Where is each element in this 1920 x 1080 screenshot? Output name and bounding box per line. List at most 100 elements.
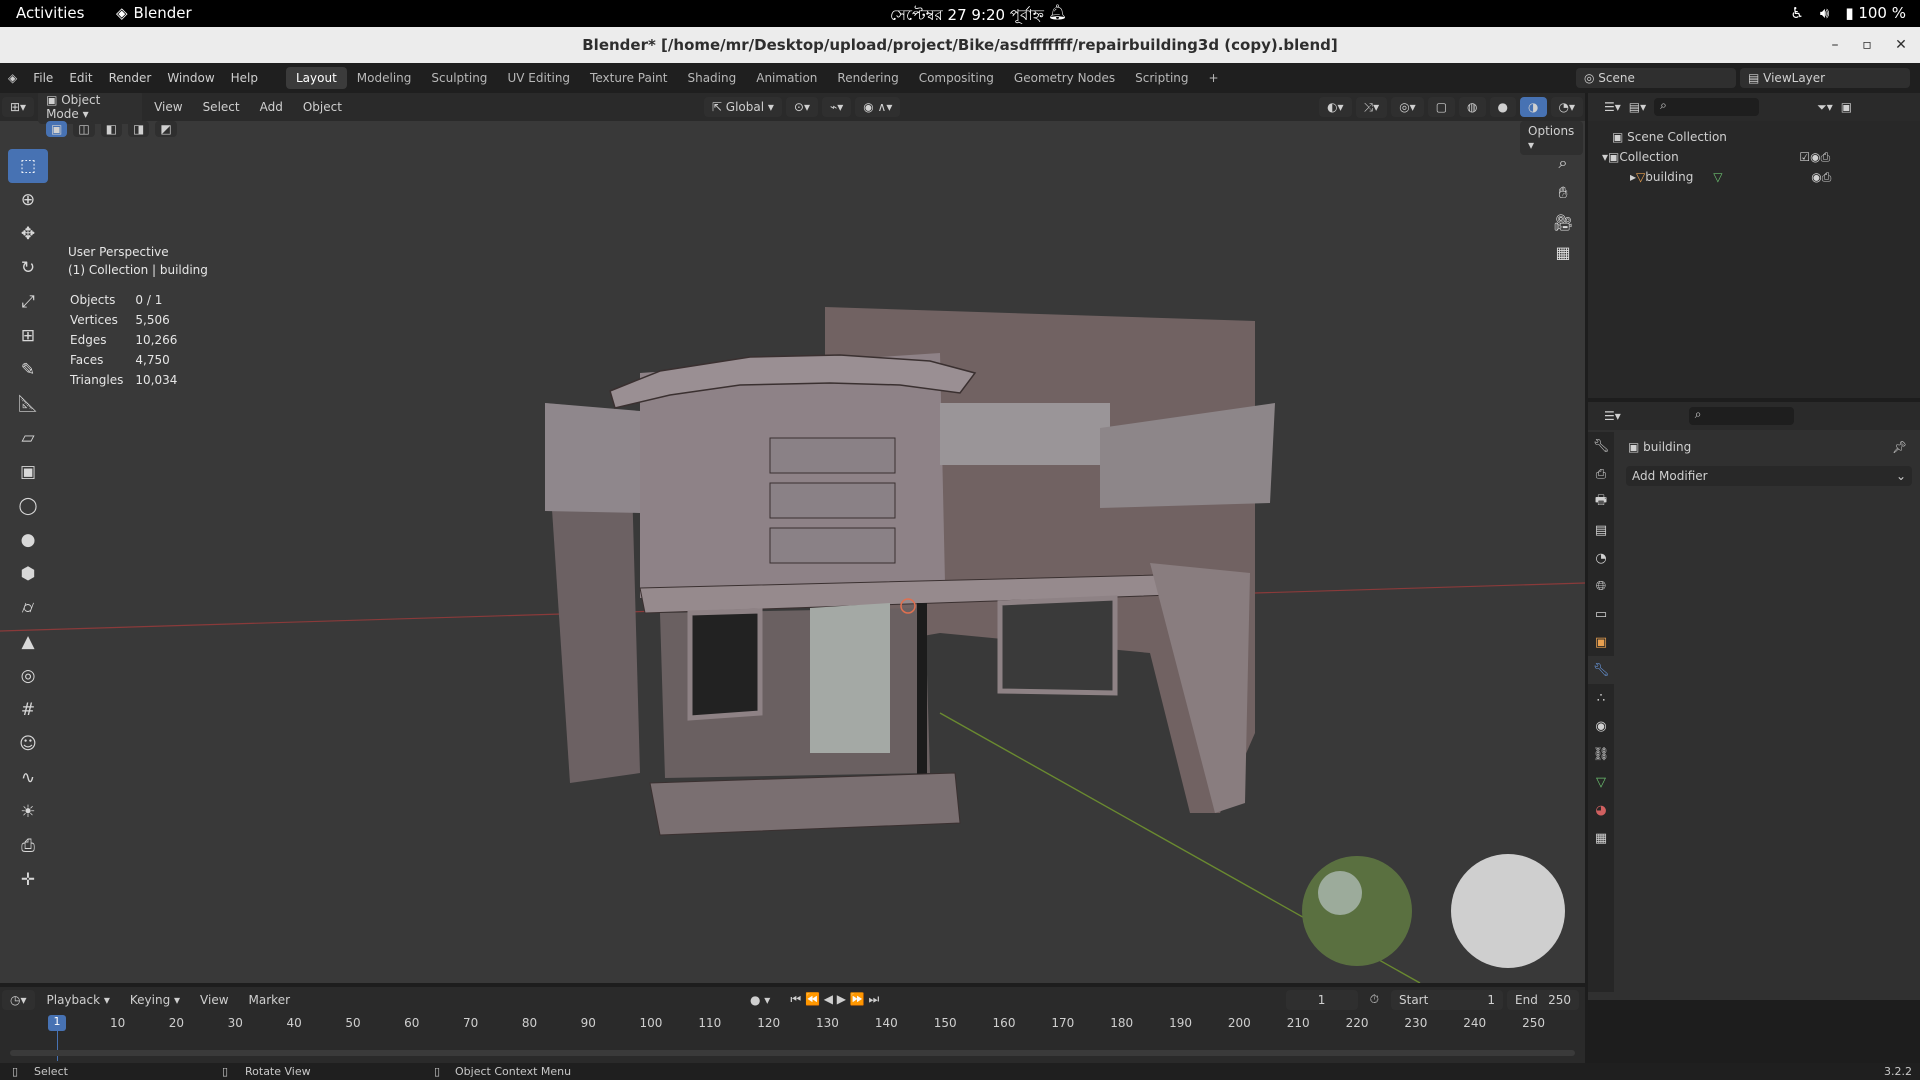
render-camera-icon[interactable]: ⎙ bbox=[1821, 147, 1831, 167]
timeline-panel[interactable]: ◷▾ Playback ▾ Keying ▾ View Marker ● ▾ ⏮… bbox=[0, 987, 1585, 1063]
scene-selector[interactable]: ◎ Scene bbox=[1576, 68, 1736, 88]
physics-tab-icon[interactable]: ◉ bbox=[1588, 712, 1614, 740]
tab-modeling[interactable]: Modeling bbox=[347, 67, 422, 89]
timeline-editor-icon[interactable]: ◷▾ bbox=[2, 989, 35, 1010]
add-ico-sphere-icon[interactable]: ⬢ bbox=[8, 557, 48, 591]
transform-tool-icon[interactable]: ⊞ bbox=[8, 319, 48, 353]
blender-menu-icon[interactable]: ◈ bbox=[0, 71, 25, 85]
end-frame-field[interactable]: End 250 bbox=[1507, 989, 1579, 1010]
tab-layout[interactable]: Layout bbox=[286, 67, 347, 89]
playback-controls[interactable]: ⏮ ⏪ ◀ ▶ ⏩ ⏭ bbox=[780, 992, 889, 1007]
view-menu[interactable]: View bbox=[190, 993, 238, 1007]
menu-render[interactable]: Render bbox=[101, 71, 160, 85]
ortho-grid-icon[interactable]: ▦ bbox=[1550, 243, 1576, 269]
new-collection-icon[interactable]: ▣ bbox=[1841, 100, 1852, 114]
camera-view-icon[interactable]: 🎥︎ bbox=[1550, 213, 1576, 239]
battery-indicator[interactable]: ▮ 100 % bbox=[1845, 4, 1906, 22]
building-row[interactable]: ▸ ▽ building ▽ ◉ ⎙ bbox=[1612, 167, 1920, 187]
add-modifier-dropdown[interactable]: Add Modifier ⌄ bbox=[1626, 466, 1912, 486]
material-tab-icon[interactable]: ◕ bbox=[1588, 796, 1614, 824]
modifier-tab-icon[interactable]: 🔧︎ bbox=[1588, 656, 1614, 684]
outliner-search-input[interactable]: ⌕ bbox=[1654, 98, 1760, 116]
tab-rendering[interactable]: Rendering bbox=[827, 67, 908, 89]
add-workspace-icon[interactable]: + bbox=[1199, 67, 1229, 89]
tab-shading[interactable]: Shading bbox=[677, 67, 746, 89]
tab-scripting[interactable]: Scripting bbox=[1125, 67, 1198, 89]
tab-sculpting[interactable]: Sculpting bbox=[421, 67, 497, 89]
display-mode-icon[interactable]: ▤▾ bbox=[1629, 100, 1646, 114]
menu-window[interactable]: Window bbox=[159, 71, 222, 85]
cursor-tool-icon[interactable]: ⊕ bbox=[8, 183, 48, 217]
add-cube-icon[interactable]: ▣ bbox=[8, 455, 48, 489]
add-cylinder-icon[interactable]: ⌭ bbox=[8, 591, 48, 625]
add-torus-icon[interactable]: ◎ bbox=[8, 659, 48, 693]
3d-viewport[interactable]: ⊞▾ ▣ Object Mode ▾ View Select Add Objec… bbox=[0, 93, 1585, 983]
auto-key-icon[interactable]: ● ▾ bbox=[740, 993, 780, 1007]
properties-search-input[interactable]: ⌕ bbox=[1688, 407, 1794, 425]
add-circle-icon[interactable]: ◯ bbox=[8, 489, 48, 523]
collection-tab-icon[interactable]: ▭ bbox=[1588, 600, 1614, 628]
marker-menu[interactable]: Marker bbox=[239, 993, 300, 1007]
render-camera-icon[interactable]: ⎙ bbox=[1822, 167, 1832, 187]
add-plane-icon[interactable]: ▱ bbox=[8, 421, 48, 455]
texture-tab-icon[interactable]: ▦ bbox=[1588, 824, 1614, 852]
zoom-icon[interactable]: ⌕ bbox=[1550, 153, 1576, 179]
add-empty-icon[interactable]: ✛ bbox=[8, 863, 48, 897]
bell-icon[interactable]: 🔔︎ bbox=[1048, 3, 1067, 21]
eye-icon[interactable]: ◉ bbox=[1810, 147, 1820, 167]
view-layer-selector[interactable]: ▤ ViewLayer bbox=[1740, 68, 1910, 88]
rotate-tool-icon[interactable]: ↻ bbox=[8, 251, 48, 285]
pan-hand-icon[interactable]: ✋︎ bbox=[1550, 183, 1576, 209]
volume-icon[interactable]: 🔊︎ bbox=[1820, 4, 1829, 22]
annotate-tool-icon[interactable]: ✎ bbox=[8, 353, 48, 387]
constraints-tab-icon[interactable]: ⛓︎ bbox=[1588, 740, 1614, 768]
keying-menu[interactable]: Keying ▾ bbox=[120, 993, 190, 1007]
outliner-editor-icon[interactable]: ☰▾ bbox=[1604, 100, 1621, 114]
properties-editor-icon[interactable]: ☰▾ bbox=[1604, 409, 1621, 423]
maximize-icon[interactable]: ▫ bbox=[1852, 27, 1882, 63]
system-tray[interactable]: ♿︎ 🔊︎ ▮ 100 % bbox=[1790, 4, 1906, 22]
tab-compositing[interactable]: Compositing bbox=[909, 67, 1004, 89]
add-monkey-icon[interactable]: ☺ bbox=[8, 727, 48, 761]
render-tab-icon[interactable]: ⎙ bbox=[1588, 460, 1614, 488]
app-menu[interactable]: ◈ Blender bbox=[116, 4, 192, 22]
playhead[interactable]: 1 bbox=[48, 1015, 66, 1031]
playback-menu[interactable]: Playback ▾ bbox=[37, 993, 120, 1007]
accessibility-icon[interactable]: ♿︎ bbox=[1790, 4, 1803, 22]
object-tab-icon[interactable]: ▣ bbox=[1588, 628, 1614, 656]
select-box-tool-icon[interactable]: ⬚ bbox=[8, 149, 48, 183]
output-tab-icon[interactable]: 🖶︎ bbox=[1588, 488, 1614, 516]
data-tab-icon[interactable]: ▽ bbox=[1588, 768, 1614, 796]
add-light-icon[interactable]: ☀ bbox=[8, 795, 48, 829]
particles-tab-icon[interactable]: ∴ bbox=[1588, 684, 1614, 712]
add-cone-icon[interactable]: ▲ bbox=[8, 625, 48, 659]
close-icon[interactable]: ✕ bbox=[1886, 27, 1916, 63]
menu-edit[interactable]: Edit bbox=[61, 71, 100, 85]
tab-uv-editing[interactable]: UV Editing bbox=[497, 67, 580, 89]
menu-help[interactable]: Help bbox=[223, 71, 266, 85]
world-tab-icon[interactable]: 🌐︎ bbox=[1588, 572, 1614, 600]
tool-tab-icon[interactable]: 🔧︎ bbox=[1588, 432, 1614, 460]
scale-tool-icon[interactable]: ⤢ bbox=[8, 285, 48, 319]
view-layer-tab-icon[interactable]: ▤ bbox=[1588, 516, 1614, 544]
add-curve-icon[interactable]: ∿ bbox=[8, 761, 48, 795]
measure-tool-icon[interactable]: 📐︎ bbox=[8, 387, 48, 421]
minimize-icon[interactable]: – bbox=[1820, 27, 1850, 63]
timer-icon[interactable]: ⏱ bbox=[1360, 992, 1389, 1007]
collection-row[interactable]: ▾ ▣ Collection ☑ ◉ ⎙ bbox=[1602, 147, 1920, 167]
add-uv-sphere-icon[interactable]: ● bbox=[8, 523, 48, 557]
pin-icon[interactable]: 📌︎ bbox=[1892, 440, 1907, 454]
frame-ruler[interactable]: 1102030405060708090100110120130140150160… bbox=[0, 1012, 1585, 1034]
scene-collection-row[interactable]: ▣ Scene Collection bbox=[1612, 127, 1920, 147]
add-grid-icon[interactable]: # bbox=[8, 693, 48, 727]
scene-tab-icon[interactable]: ◔ bbox=[1588, 544, 1614, 572]
timeline-scrollbar[interactable] bbox=[10, 1050, 1575, 1056]
add-camera-icon[interactable]: ⎙ bbox=[8, 829, 48, 863]
move-tool-icon[interactable]: ✥ bbox=[8, 217, 48, 251]
tab-texture-paint[interactable]: Texture Paint bbox=[580, 67, 677, 89]
current-frame-field[interactable]: 1 bbox=[1285, 989, 1358, 1010]
tab-geometry-nodes[interactable]: Geometry Nodes bbox=[1004, 67, 1125, 89]
menu-file[interactable]: File bbox=[25, 71, 61, 85]
clock[interactable]: সেপ্টেম্বর 27 9:20 পূর্বাহ্ন bbox=[890, 4, 1044, 29]
activities-button[interactable]: Activities bbox=[16, 4, 84, 22]
